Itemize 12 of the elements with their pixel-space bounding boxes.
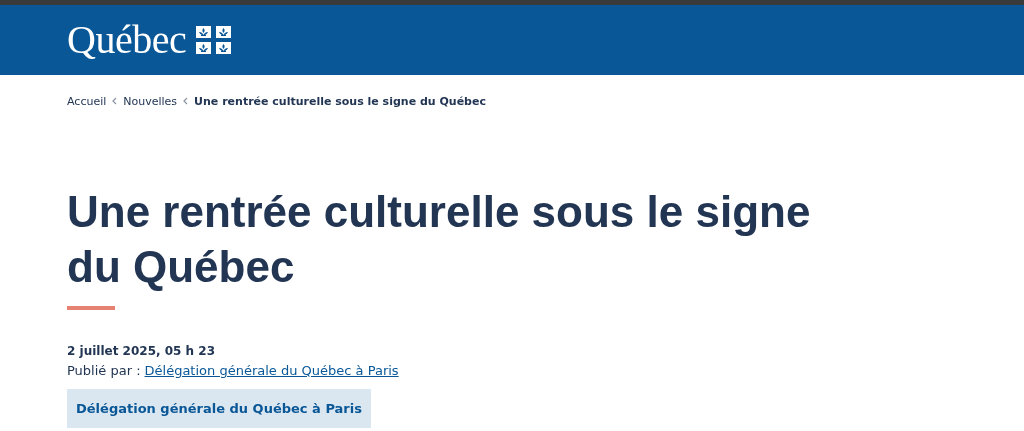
title-underline [67,306,115,310]
published-by-label: Publié par : [67,363,141,378]
chevron-icon [112,97,118,105]
breadcrumb-link[interactable]: Accueil [67,94,107,108]
publication-date: 2 juillet 2025, 05 h 23 [67,344,216,358]
publisher-tag[interactable]: Délégation générale du Québec à Paris [67,389,371,428]
article-title: Une rentrée culturelle sous le signe du Québec [67,186,812,293]
publisher-link[interactable]: Délégation générale du Québec à Paris [144,363,399,378]
logo-text[interactable]: Québec [67,20,187,60]
current-page-label: Une rentrée culturelle sous le signe du Québec [194,94,486,108]
chevron-icon [183,97,189,105]
breadcrumb-link[interactable]: Nouvelles [123,94,178,108]
